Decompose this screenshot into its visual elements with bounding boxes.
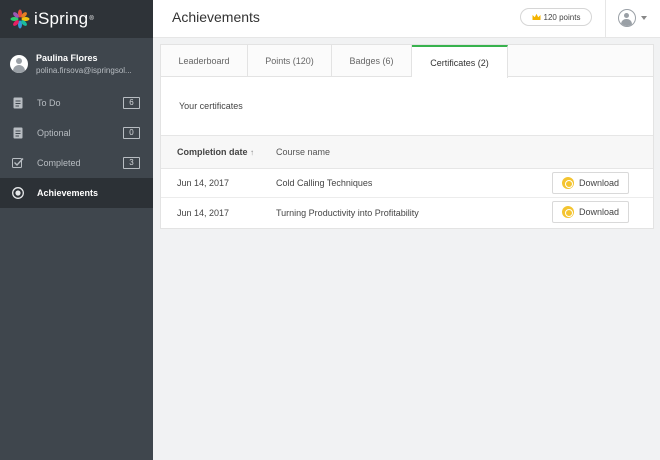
table-header: Completion date ↑ Course name (161, 136, 653, 169)
column-header-date[interactable]: Completion date ↑ (161, 147, 276, 157)
sidebar-item-achievements[interactable]: Achievements (0, 178, 153, 208)
sidebar-item-label: To Do (37, 98, 61, 108)
sidebar-item-optional[interactable]: Optional 0 (0, 118, 153, 148)
sidebar-item-label: Optional (37, 128, 71, 138)
tab-bar: Leaderboard Points (120) Badges (6) Cert… (161, 45, 653, 78)
user-email: polina.firsova@ispringsol... (36, 66, 132, 75)
count-badge: 6 (123, 97, 140, 109)
tab-badges[interactable]: Badges (6) (332, 45, 412, 77)
header: Achievements 120 points (153, 0, 660, 38)
points-label: 120 points (543, 12, 581, 22)
document-icon (12, 127, 24, 139)
sidebar-item-todo[interactable]: To Do 6 (0, 88, 153, 118)
completion-date: Jun 14, 2017 (177, 207, 230, 218)
section-title: Your certificates (161, 77, 653, 136)
sidebar-item-label: Achievements (37, 188, 99, 198)
achievements-panel: Leaderboard Points (120) Badges (6) Cert… (160, 44, 654, 229)
user-menu-button[interactable] (618, 9, 647, 27)
table-row: Jun 14, 2017 Turning Productivity into P… (161, 198, 653, 227)
logo-text: iSpring (34, 9, 89, 28)
avatar (10, 55, 28, 73)
crown-icon (532, 13, 541, 21)
download-button[interactable]: Download (552, 172, 629, 194)
sidebar-item-label: Completed (37, 158, 81, 168)
sort-ascending-icon: ↑ (250, 148, 255, 157)
page-title: Achievements (172, 9, 260, 25)
tab-certificates[interactable]: Certificates (2) (412, 45, 508, 78)
user-avatar-icon (618, 9, 636, 27)
logo[interactable]: iSpring ® (0, 0, 153, 38)
document-icon (12, 97, 24, 109)
table-row: Jun 14, 2017 Cold Calling Techniques Dow… (161, 169, 653, 198)
column-label: Completion date (177, 147, 248, 157)
tab-leaderboard[interactable]: Leaderboard (161, 45, 248, 77)
chevron-down-icon (641, 16, 647, 20)
course-name: Turning Productivity into Profitability (276, 207, 419, 218)
download-label: Download (578, 207, 620, 217)
sidebar: iSpring ® Paulina Flores polina.firsova@… (0, 0, 153, 460)
ispring-logo-icon (10, 9, 30, 29)
user-profile[interactable]: Paulina Flores polina.firsova@ispringsol… (0, 38, 153, 88)
sidebar-item-completed[interactable]: Completed 3 (0, 148, 153, 178)
logo-registered-mark: ® (89, 16, 94, 22)
user-name: Paulina Flores (36, 53, 98, 63)
download-button[interactable]: Download (552, 201, 629, 223)
count-badge: 3 (123, 157, 140, 169)
medal-icon (561, 177, 574, 189)
download-label: Download (578, 178, 620, 188)
checkbox-icon (12, 157, 24, 169)
count-badge: 0 (123, 127, 140, 139)
column-header-course[interactable]: Course name (276, 147, 330, 157)
course-name: Cold Calling Techniques (276, 178, 373, 188)
badge-icon (12, 187, 24, 199)
completion-date: Jun 14, 2017 (177, 178, 230, 188)
points-badge[interactable]: 120 points (520, 8, 592, 26)
divider (605, 0, 606, 38)
tab-points[interactable]: Points (120) (248, 45, 332, 77)
medal-icon (561, 206, 574, 218)
